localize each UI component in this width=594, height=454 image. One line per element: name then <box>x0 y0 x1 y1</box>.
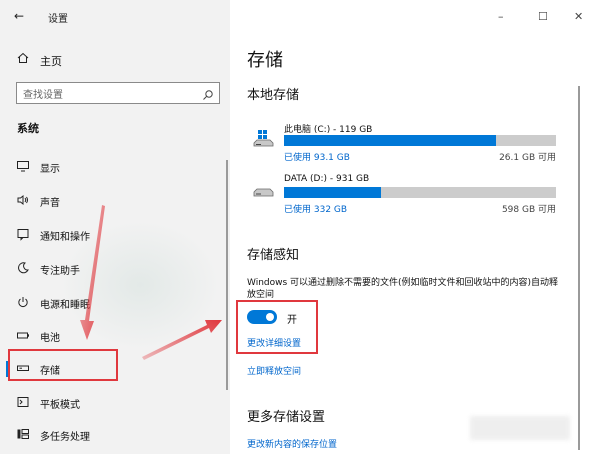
drive-free: 598 GB 可用 <box>501 205 556 215</box>
title-bar-left: ← 设置 <box>0 0 230 32</box>
sidebar-item-label: 主页 <box>40 55 62 68</box>
sidebar-item-label: 平板模式 <box>40 400 80 411</box>
sidebar-item-battery[interactable]: 电池 <box>0 321 226 351</box>
main-scrollbar[interactable] <box>578 86 580 450</box>
sidebar-item-label: 声音 <box>40 198 60 209</box>
change-save-location-link[interactable]: 更改新内容的保存位置 <box>247 437 337 450</box>
storage-sense-heading: 存储感知 <box>247 248 300 263</box>
sidebar-item-label: 专注助手 <box>40 266 80 277</box>
moon-icon <box>16 261 30 275</box>
drive-name: DATA (D:) - 931 GB <box>284 174 370 184</box>
speaker-icon <box>16 193 30 207</box>
windows-drive-icon <box>253 128 274 148</box>
sidebar-item-label: 电源和睡眠 <box>40 300 90 311</box>
search-icon[interactable] <box>202 86 214 105</box>
app-title: 设置 <box>48 14 68 25</box>
drive-usage-bar <box>284 135 556 146</box>
section-title: 系统 <box>17 122 39 135</box>
drive-usage-fill <box>284 187 382 198</box>
sidebar-scrollbar[interactable] <box>226 160 228 390</box>
search-input[interactable] <box>17 85 197 106</box>
settings-window: ← 设置 主页 系统 显示 声音 <box>0 0 594 454</box>
search-box[interactable] <box>16 82 220 106</box>
local-storage-heading: 本地存储 <box>247 88 300 103</box>
sidebar-item-power-sleep[interactable]: 电源和睡眠 <box>0 288 226 318</box>
minimize-icon[interactable]: – <box>498 10 504 23</box>
drive-c[interactable]: 此电脑 (C:) - 119 GB 已使用 93.1 GB 26.1 GB 可用 <box>247 122 567 164</box>
free-space-now-link[interactable]: 立即释放空间 <box>247 364 301 377</box>
sidebar: ← 设置 主页 系统 显示 声音 <box>0 0 230 454</box>
window-controls: – ☐ ✕ <box>464 0 594 32</box>
main-panel: – ☐ ✕ 存储 本地存储 此电脑 (C:) - 119 GB 已使用 93.1… <box>230 0 594 454</box>
drive-d[interactable]: DATA (D:) - 931 GB 已使用 332 GB 598 GB 可用 <box>247 174 567 216</box>
hard-drive-icon <box>253 180 274 200</box>
more-storage-settings-heading: 更多存储设置 <box>247 410 326 425</box>
sidebar-item-multitasking[interactable]: 多任务处理 <box>0 420 226 450</box>
sidebar-item-display[interactable]: 显示 <box>0 152 226 182</box>
sidebar-item-label: 通知和操作 <box>40 232 90 243</box>
sidebar-item-label: 多任务处理 <box>40 432 90 443</box>
sidebar-item-home[interactable]: 主页 <box>0 48 230 72</box>
multitask-icon <box>16 427 30 441</box>
sidebar-item-focus-assist[interactable]: 专注助手 <box>0 254 226 284</box>
display-icon <box>16 159 30 173</box>
power-icon <box>16 295 30 309</box>
drive-name: 此电脑 (C:) - 119 GB <box>284 125 373 135</box>
tablet-icon <box>16 395 30 409</box>
drive-free: 26.1 GB 可用 <box>499 153 556 163</box>
page-title: 存储 <box>247 50 283 71</box>
drive-used: 已使用 332 GB <box>284 205 348 215</box>
notification-icon <box>16 227 30 241</box>
storage-sense-description: Windows 可以通过删除不需要的文件(例如临时文件和回收站中的内容)自动释放… <box>247 278 559 300</box>
close-icon[interactable]: ✕ <box>574 10 583 23</box>
storage-highlight-box <box>8 349 118 381</box>
drive-used: 已使用 93.1 GB <box>284 153 350 163</box>
battery-icon <box>16 328 30 342</box>
home-icon <box>17 52 29 67</box>
sidebar-item-label: 电池 <box>40 333 60 344</box>
watermark <box>470 416 570 440</box>
sidebar-item-notifications[interactable]: 通知和操作 <box>0 220 226 250</box>
drive-usage-fill <box>284 135 497 146</box>
toggle-highlight-box <box>236 300 318 354</box>
sidebar-item-tablet-mode[interactable]: 平板模式 <box>0 388 226 418</box>
drive-usage-bar <box>284 187 556 198</box>
sidebar-item-label: 显示 <box>40 164 60 175</box>
maximize-icon[interactable]: ☐ <box>538 10 548 23</box>
sidebar-item-sound[interactable]: 声音 <box>0 186 226 216</box>
back-arrow-icon[interactable]: ← <box>14 9 24 23</box>
